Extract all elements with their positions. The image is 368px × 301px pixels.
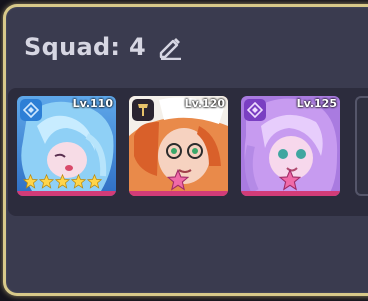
rarity-bar (241, 191, 340, 196)
pencil-icon (159, 38, 181, 60)
gold-star-icon (87, 174, 102, 189)
character-card-3[interactable]: Lv.125 (241, 96, 340, 196)
gold-star-icon (23, 174, 38, 189)
star-rating (23, 174, 102, 189)
gold-star-icon (55, 174, 70, 189)
character-card-1[interactable]: Lv.110 (17, 96, 116, 196)
character-card-2[interactable]: Lv.120 (129, 96, 228, 196)
mage-class-icon (244, 99, 266, 121)
level-label: Lv.120 (184, 97, 225, 110)
level-label: Lv.125 (296, 97, 337, 110)
warrior-class-icon (132, 99, 154, 121)
gold-star-icon (71, 174, 86, 189)
rarity-bar (17, 191, 116, 196)
gold-star-icon (39, 174, 54, 189)
pink-star-icon (279, 169, 301, 191)
edit-squad-button[interactable] (156, 33, 184, 61)
pink-star-icon (167, 169, 189, 191)
empty-squad-slot[interactable] (355, 96, 368, 196)
level-label: Lv.110 (72, 97, 113, 110)
rarity-bar (129, 191, 228, 196)
squad-title: Squad: 4 (24, 33, 146, 61)
mage-class-icon (20, 99, 42, 121)
squad-header: Squad: 4 (24, 32, 184, 62)
